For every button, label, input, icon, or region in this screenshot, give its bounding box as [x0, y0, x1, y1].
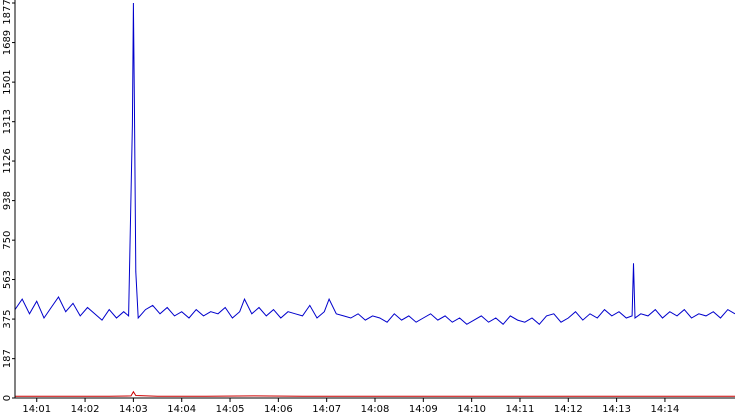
x-tick-label: 14:04: [167, 404, 196, 415]
y-tick-label: 1689: [2, 30, 13, 55]
x-tick-label: 14:01: [22, 404, 51, 415]
x-tick-label: 14:13: [602, 404, 631, 415]
x-tick-label: 14:07: [312, 404, 341, 415]
x-tick-label: 14:03: [119, 404, 148, 415]
x-tick-label: 14:02: [71, 404, 100, 415]
x-tick-label: 14:09: [409, 404, 438, 415]
x-tick-label: 14:06: [264, 404, 293, 415]
y-tick-label: 187: [2, 349, 13, 368]
y-tick-label: 750: [2, 231, 13, 250]
y-tick-label: 1501: [2, 69, 13, 94]
y-tick-label: 0: [2, 395, 13, 401]
x-tick-label: 14:14: [651, 404, 680, 415]
y-tick-label: 1877: [2, 0, 13, 25]
x-tick-label: 14:11: [506, 404, 535, 415]
chart: 0 187 375 563 750 938 1126 1313 1501 1689 1877 14:…: [0, 0, 735, 415]
y-tick-label: 938: [2, 191, 13, 210]
y-tick-label: 375: [2, 310, 13, 329]
x-tick-label: 14:08: [361, 404, 390, 415]
x-tick-label: 14:10: [457, 404, 486, 415]
y-tick-label: 1126: [2, 148, 13, 173]
chart-background: [0, 0, 735, 415]
y-tick-label: 1313: [2, 109, 13, 134]
x-tick-label: 14:05: [216, 404, 245, 415]
x-tick-label: 14:12: [554, 404, 583, 415]
y-tick-label: 563: [2, 270, 13, 289]
